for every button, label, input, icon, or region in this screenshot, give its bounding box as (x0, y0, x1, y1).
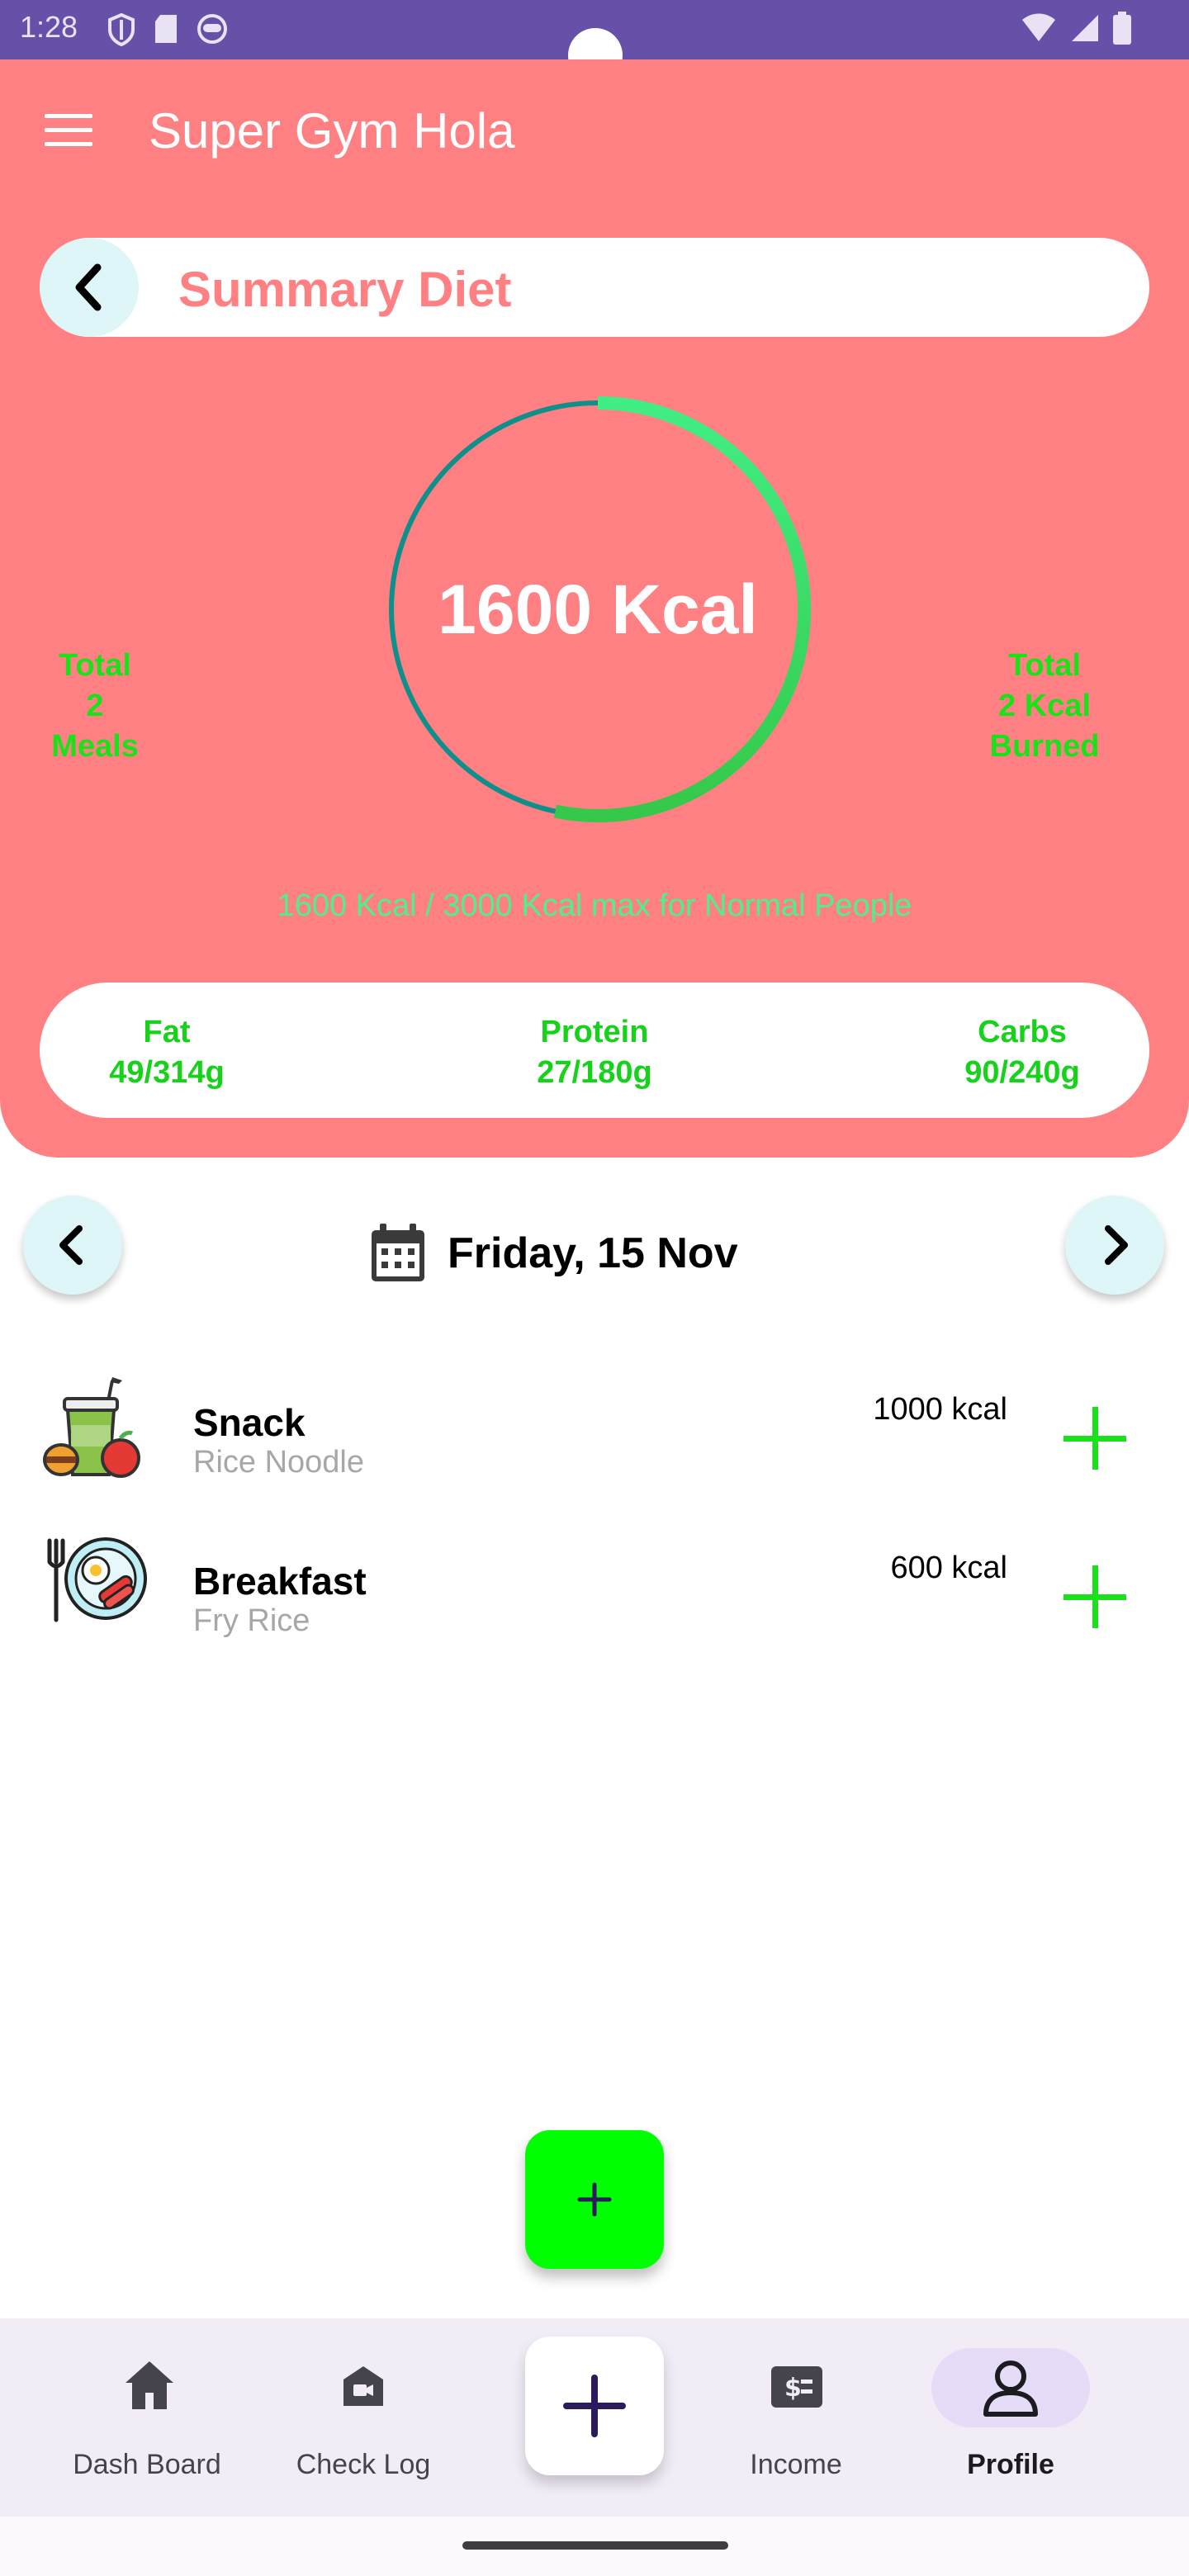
nav-dashboard-label: Dash Board (73, 2449, 221, 2480)
calories-total: 1600 Kcal (438, 571, 758, 648)
total-meals-line3: Meals (51, 729, 139, 764)
macro-carbs-value: 90/240g (964, 1055, 1080, 1090)
nav-check-log-label: Check Log (296, 2449, 431, 2480)
nav-add-button[interactable] (525, 2337, 664, 2475)
macro-protein: Protein 27/180g (487, 1012, 702, 1093)
meal-food: Fry Rice (193, 1603, 310, 1638)
total-burned-line2: 2 Kcal (998, 689, 1091, 723)
add-snack-button[interactable] (1063, 1407, 1126, 1470)
chevron-left-icon (59, 1225, 83, 1265)
gesture-handle[interactable] (462, 2541, 728, 2550)
add-breakfast-button[interactable] (1063, 1565, 1126, 1628)
macro-fat-value: 49/314g (109, 1055, 225, 1090)
nav-income-label: Income (750, 2449, 842, 2480)
hamburger-menu-icon[interactable] (45, 114, 92, 147)
next-day-button[interactable] (1065, 1196, 1164, 1295)
meal-name: Breakfast (193, 1560, 367, 1603)
nav-profile[interactable] (903, 2348, 1118, 2505)
camera-cutout (568, 28, 623, 59)
meal-kcal: 600 kcal (890, 1551, 1007, 1585)
app-title: Super Gym Hola (149, 103, 515, 159)
date-selector[interactable]: Friday, 15 Nov (368, 1222, 738, 1285)
macro-fat-label: Fat (143, 1015, 191, 1049)
summary-title: Summary Diet (178, 262, 512, 317)
back-button[interactable] (40, 238, 139, 337)
current-date: Friday, 15 Nov (448, 1229, 738, 1277)
nav-check-log[interactable] (256, 2348, 471, 2505)
macro-fat: Fat 49/314g (59, 1012, 274, 1093)
money-icon: $ (771, 2366, 822, 2408)
total-meals-stat: Total 2 Meals (33, 646, 157, 767)
macro-carbs: Carbs 90/240g (915, 1012, 1130, 1093)
face-icon (197, 14, 227, 44)
nav-dashboard[interactable] (40, 2348, 254, 2505)
macro-protein-label: Protein (540, 1015, 649, 1049)
status-bar: 1:28 (0, 0, 1189, 59)
wifi-icon (1022, 13, 1055, 41)
plus-icon (563, 2375, 626, 2437)
meal-name: Snack (193, 1401, 306, 1444)
total-meals-line2: 2 (86, 689, 104, 723)
shield-icon (108, 13, 135, 46)
calendar-icon (372, 1224, 424, 1281)
total-burned-line3: Burned (989, 729, 1100, 764)
previous-day-button[interactable] (23, 1196, 122, 1295)
plus-icon (577, 2182, 612, 2217)
sd-card-icon (155, 15, 177, 43)
video-house-icon (343, 2366, 383, 2406)
signal-icon (1072, 15, 1098, 41)
chevron-right-icon (1105, 1225, 1128, 1265)
home-icon (126, 2361, 173, 2409)
status-right-icons (1021, 12, 1131, 45)
status-left-icons (107, 13, 228, 46)
meal-kcal: 1000 kcal (873, 1392, 1007, 1427)
snack-icon (43, 1377, 140, 1478)
total-meals-line1: Total (59, 648, 131, 683)
add-meal-fab[interactable] (525, 2130, 664, 2269)
macro-protein-value: 27/180g (537, 1055, 652, 1090)
total-burned-stat: Total 2 Kcal Burned (974, 646, 1115, 767)
chevron-left-icon (75, 263, 102, 311)
meal-item-snack[interactable]: Snack Rice Noodle 1000 kcal (0, 1376, 1189, 1508)
battery-icon (1113, 12, 1131, 45)
nav-income[interactable]: $ (689, 2348, 903, 2505)
status-time: 1:28 (20, 10, 78, 44)
nav-profile-label: Profile (967, 2449, 1054, 2480)
meal-item-breakfast[interactable]: Breakfast Fry Rice 600 kcal (0, 1534, 1189, 1666)
meal-food: Rice Noodle (193, 1445, 364, 1480)
person-icon (983, 2361, 1038, 2417)
calorie-max-note: 1600 Kcal / 3000 Kcal max for Normal Peo… (277, 888, 912, 923)
breakfast-plate-icon (47, 1537, 147, 1622)
total-burned-line1: Total (1008, 648, 1081, 683)
svg-text:$: $ (784, 2374, 802, 2403)
macro-carbs-label: Carbs (978, 1015, 1067, 1049)
